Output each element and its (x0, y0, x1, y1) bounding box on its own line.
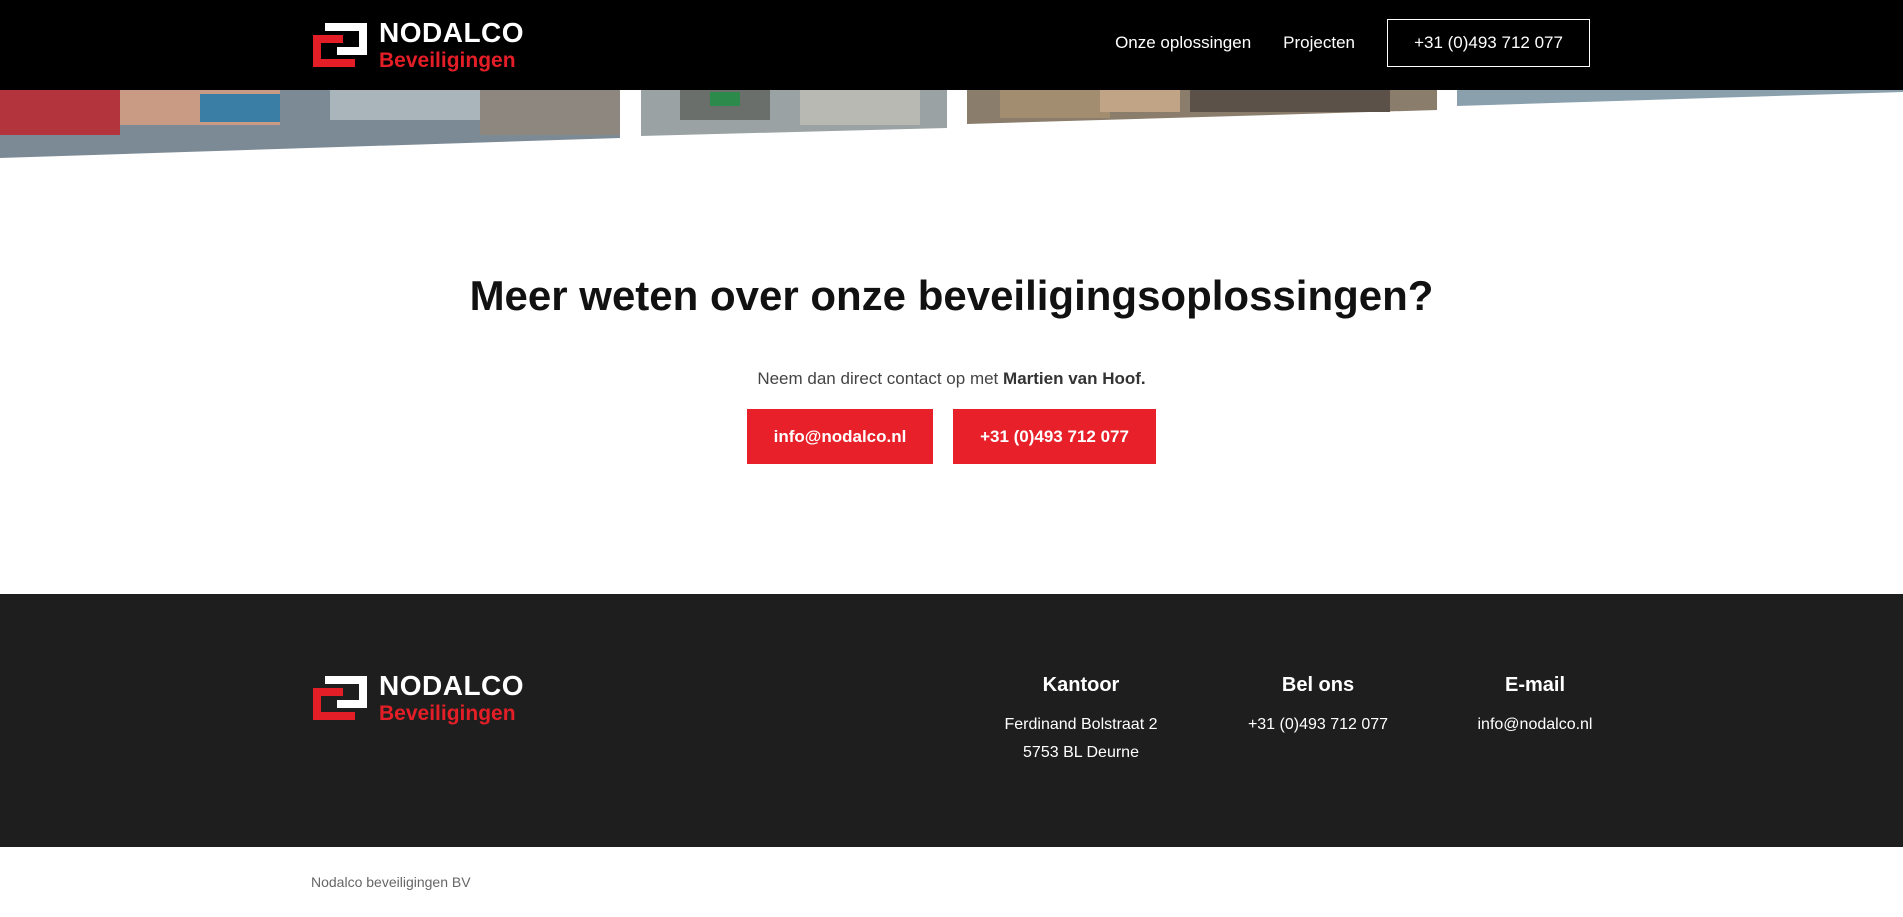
footer-column-email: E-mail info@nodalco.nl (1435, 674, 1635, 739)
nodalco-logo-icon (313, 23, 367, 67)
footer-email-link[interactable]: info@nodalco.nl (1435, 711, 1635, 739)
site-footer: NODALCO Beveiligingen Kantoor Ferdinand … (0, 594, 1903, 847)
footer-column-kantoor: Kantoor Ferdinand Bolstraat 2 5753 BL De… (981, 674, 1181, 767)
footer-logo[interactable]: NODALCO Beveiligingen (311, 672, 524, 724)
cta-title: Meer weten over onze beveiligingsoplossi… (469, 272, 1434, 319)
header-phone-button[interactable]: +31 (0)493 712 077 (1387, 19, 1590, 67)
logo-brand-name: NODALCO (379, 17, 525, 48)
nav-item-onze-oplossingen[interactable]: Onze oplossingen (1115, 33, 1251, 53)
nodalco-logo-icon (313, 676, 367, 720)
project-photo-strip (0, 90, 1903, 158)
email-button[interactable]: info@nodalco.nl (747, 409, 933, 464)
footer-address-city: 5753 BL Deurne (1023, 744, 1139, 761)
footer-heading-email: E-mail (1504, 674, 1566, 696)
footer-column-bel-ons: Bel ons +31 (0)493 712 077 (1218, 674, 1418, 739)
footer-heading-bel-ons: Bel ons (1281, 674, 1355, 696)
site-header: NODALCO Beveiligingen Onze oplossingen P… (0, 0, 1903, 90)
footer-heading-kantoor: Kantoor (1042, 674, 1120, 696)
footer-phone-link[interactable]: +31 (0)493 712 077 (1218, 711, 1418, 739)
header-logo[interactable]: NODALCO Beveiligingen (311, 19, 524, 71)
cta-buttons: info@nodalco.nl +31 (0)493 712 077 (747, 409, 1156, 464)
footer-address-street: Ferdinand Bolstraat 2 (1004, 716, 1158, 733)
phone-button[interactable]: +31 (0)493 712 077 (953, 409, 1156, 464)
cta-text-prefix: Neem dan direct contact op met (757, 369, 999, 388)
nav-item-projecten[interactable]: Projecten (1283, 33, 1355, 53)
logo-tagline: Beveiligingen (379, 49, 516, 72)
cta-text: Neem dan direct contact op met Martien v… (0, 369, 1903, 389)
copyright-text: Nodalco beveiligingen BV (311, 874, 471, 890)
logo-brand-name: NODALCO (379, 670, 525, 701)
main-nav: Onze oplossingen Projecten +31 (0)493 71… (1115, 19, 1590, 67)
cta-contact-name: Martien van Hoof. (1003, 369, 1146, 388)
logo-tagline: Beveiligingen (379, 702, 516, 725)
